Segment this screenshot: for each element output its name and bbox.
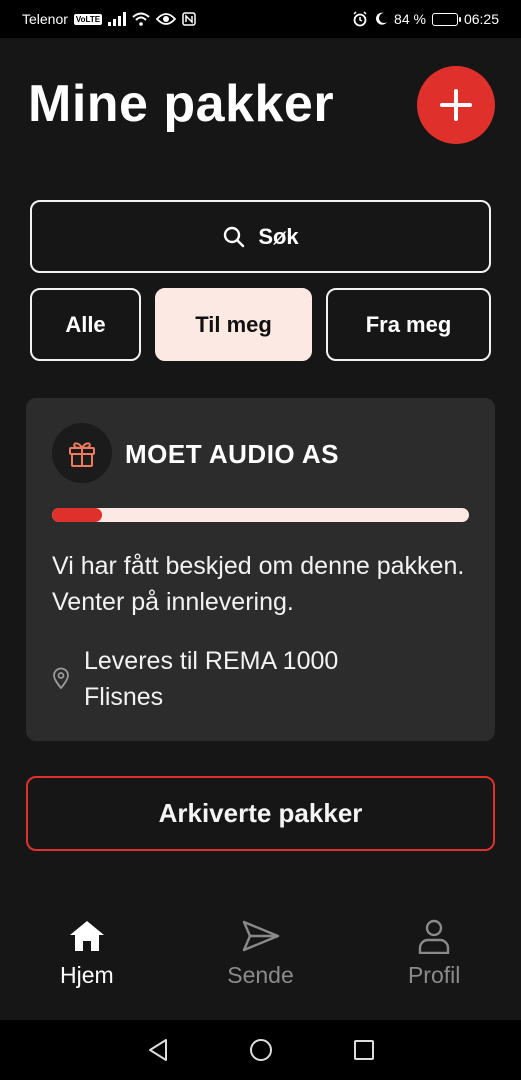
wifi-icon [132,12,150,26]
search-label: Søk [258,223,299,249]
system-nav-bar [0,1020,521,1080]
plus-icon [440,89,472,121]
package-progress-bar [52,508,469,522]
nav-label: Hjem [60,962,114,988]
profile-icon [418,919,450,954]
search-icon [224,226,245,247]
nav-label: Profil [407,962,461,988]
filter-alle[interactable]: Alle [30,288,141,361]
home-circle-icon[interactable] [249,1038,273,1062]
page-title: Mine pakker [28,75,335,133]
clock: 06:25 [463,11,499,27]
search-button[interactable]: Søk [30,200,491,273]
package-status: Vi har fått beskjed om denne pakken. Ven… [52,552,465,616]
battery-icon [431,12,461,26]
progress-fill [52,508,103,522]
carrier-name: Telenor [22,11,68,27]
nfc-icon [182,12,196,26]
archived-packages-button[interactable]: Arkiverte pakker [26,776,495,851]
filter-label: Alle [65,311,106,337]
home-icon [69,921,104,951]
package-sender: MOET AUDIO AS [125,439,340,469]
nav-label: Sende [227,962,294,988]
nav-item-send[interactable]: Sende [174,900,348,1020]
nav-item-profile[interactable]: Profil [347,900,521,1020]
back-icon[interactable] [147,1038,169,1062]
bottom-nav: Hjem Sende Profil [0,900,521,1020]
nav-item-home[interactable]: Hjem [0,900,174,1020]
send-icon [242,920,279,952]
filter-label: Fra meg [365,311,452,337]
moon-icon [374,12,388,26]
status-bar: Telenor VoLTE 84 % 06:25 [0,0,521,38]
filter-label: Til meg [195,311,272,337]
add-package-button[interactable] [417,66,495,144]
archive-label: Arkiverte pakker [158,798,363,828]
filter-til-meg[interactable]: Til meg [155,288,312,361]
filter-fra-meg[interactable]: Fra meg [326,288,491,361]
eye-icon [156,12,177,26]
volte-badge: VoLTE [73,13,103,25]
location-text: Leveres til REMA 1000 Flisnes [84,647,339,711]
battery-percent: 84 % [394,11,426,27]
gift-icon [52,423,112,483]
package-location: Leveres til REMA 1000 Flisnes [52,643,424,715]
signal-icon [108,12,127,26]
recents-icon[interactable] [353,1039,375,1061]
package-card[interactable]: MOET AUDIO AS Vi har fått beskjed om den… [26,398,495,741]
alarm-icon [352,11,368,27]
location-pin-icon [53,667,69,689]
